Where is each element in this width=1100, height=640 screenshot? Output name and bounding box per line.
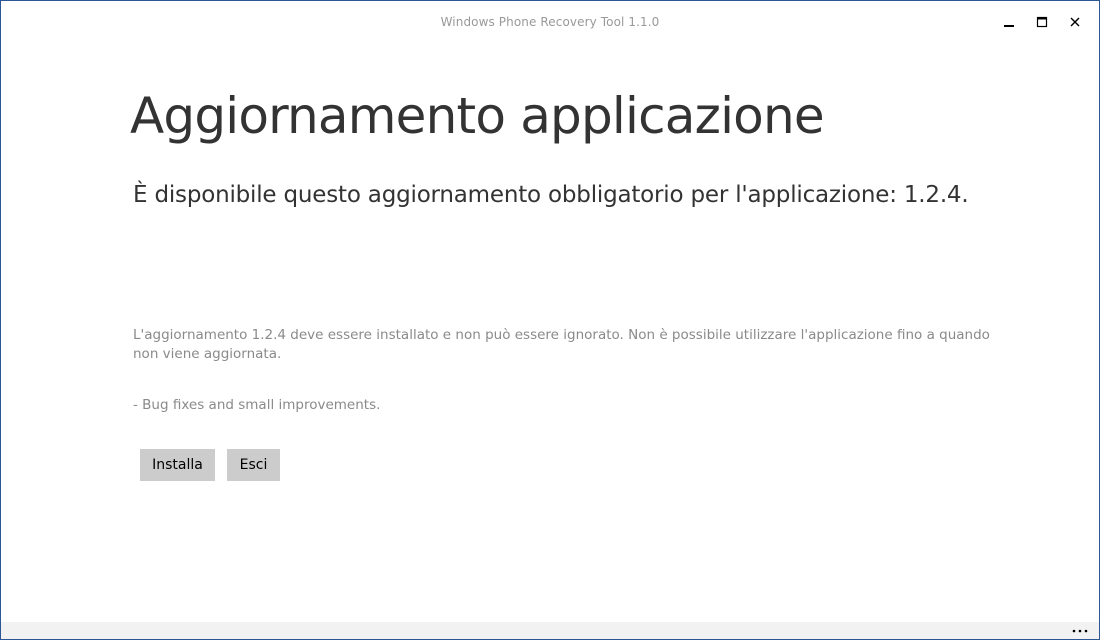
minimize-button[interactable] [992,9,1026,35]
update-description: L'aggiornamento 1.2.4 deve essere instal… [133,327,990,362]
window-title: Windows Phone Recovery Tool 1.1.0 [440,15,660,29]
minimize-icon [1004,25,1014,27]
close-icon [1070,17,1080,27]
release-notes: - Bug fixes and small improvements. [133,397,381,413]
app-bar [1,622,1099,639]
app-window: Windows Phone Recovery Tool 1.1.0 Aggior… [0,0,1100,640]
close-button[interactable] [1058,9,1092,35]
title-bar[interactable]: Windows Phone Recovery Tool 1.1.0 [1,1,1099,43]
page-title: Aggiornamento applicazione [130,87,825,145]
more-options-button[interactable] [1067,622,1093,639]
install-button[interactable]: Installa [140,449,215,481]
exit-button[interactable]: Esci [227,449,280,481]
update-available-message: È disponibile questo aggiornamento obbli… [133,182,969,208]
more-ellipsis-icon [1072,629,1088,632]
maximize-icon [1036,16,1048,28]
maximize-button[interactable] [1025,9,1059,35]
